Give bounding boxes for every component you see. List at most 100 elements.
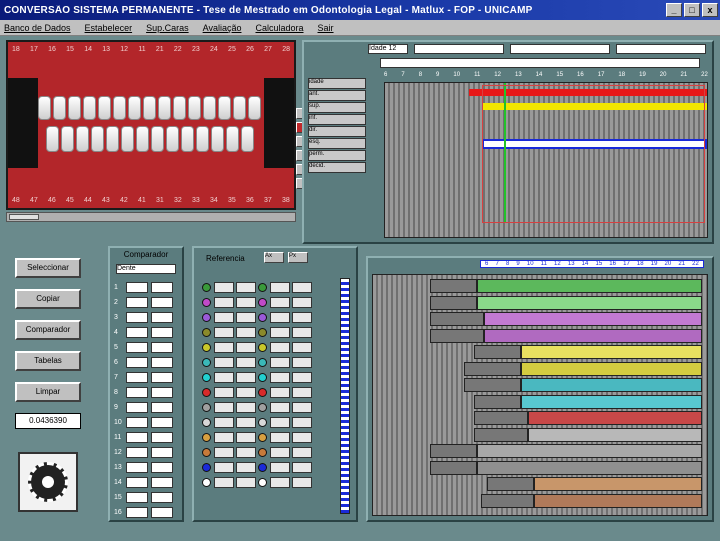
referencia-cell[interactable] bbox=[236, 462, 256, 473]
tooth[interactable] bbox=[203, 96, 216, 120]
tooth-color-icon[interactable] bbox=[258, 298, 267, 307]
referencia-cell[interactable] bbox=[292, 477, 312, 488]
tooth[interactable] bbox=[38, 96, 51, 120]
tooth[interactable] bbox=[233, 96, 246, 120]
referencia-cell[interactable] bbox=[292, 417, 312, 428]
comparador-cell[interactable] bbox=[151, 282, 173, 293]
tooth[interactable] bbox=[53, 96, 66, 120]
tooth[interactable] bbox=[68, 96, 81, 120]
referencia-cell[interactable] bbox=[214, 462, 234, 473]
comparador-cell[interactable] bbox=[151, 402, 173, 413]
comparador-cell[interactable] bbox=[126, 447, 148, 458]
tooth[interactable] bbox=[121, 126, 134, 152]
comparador-cell[interactable] bbox=[151, 432, 173, 443]
referencia-cell[interactable] bbox=[270, 417, 290, 428]
tooth[interactable] bbox=[241, 126, 254, 152]
comparador-cell[interactable] bbox=[126, 417, 148, 428]
comparador-cell[interactable] bbox=[126, 312, 148, 323]
referencia-cell[interactable] bbox=[270, 402, 290, 413]
tooth[interactable] bbox=[91, 126, 104, 152]
comparador-cell[interactable] bbox=[151, 462, 173, 473]
referencia-cell[interactable] bbox=[270, 357, 290, 368]
tooth[interactable] bbox=[188, 96, 201, 120]
limpar-button[interactable]: Limpar bbox=[15, 382, 81, 402]
menu-avaliacao[interactable]: Avaliação bbox=[203, 23, 242, 33]
tooth-color-icon[interactable] bbox=[202, 448, 211, 457]
tooth[interactable] bbox=[158, 96, 171, 120]
comparador-cell[interactable] bbox=[151, 387, 173, 398]
top-input-4[interactable] bbox=[616, 44, 706, 54]
comparador-cell[interactable] bbox=[151, 507, 173, 518]
referencia-cell[interactable] bbox=[292, 312, 312, 323]
tooth-color-icon[interactable] bbox=[258, 358, 267, 367]
comparador-cell[interactable] bbox=[126, 402, 148, 413]
tooth[interactable] bbox=[83, 96, 96, 120]
referencia-cell[interactable] bbox=[236, 372, 256, 383]
tooth-color-icon[interactable] bbox=[258, 283, 267, 292]
referencia-cell[interactable] bbox=[214, 327, 234, 338]
referencia-cell[interactable] bbox=[292, 402, 312, 413]
tooth[interactable] bbox=[173, 96, 186, 120]
referencia-cell[interactable] bbox=[270, 342, 290, 353]
tooth-color-icon[interactable] bbox=[202, 313, 211, 322]
referencia-cell[interactable] bbox=[214, 342, 234, 353]
menu-sair[interactable]: Sair bbox=[318, 23, 334, 33]
referencia-cell[interactable] bbox=[270, 387, 290, 398]
tooth-color-icon[interactable] bbox=[202, 283, 211, 292]
referencia-cell[interactable] bbox=[292, 432, 312, 443]
referencia-cell[interactable] bbox=[292, 282, 312, 293]
referencia-cell[interactable] bbox=[292, 327, 312, 338]
tooth-color-icon[interactable] bbox=[258, 313, 267, 322]
tooth-color-icon[interactable] bbox=[258, 418, 267, 427]
referencia-cell[interactable] bbox=[270, 297, 290, 308]
tooth-color-icon[interactable] bbox=[202, 388, 211, 397]
tooth[interactable] bbox=[106, 126, 119, 152]
tooth-color-icon[interactable] bbox=[258, 403, 267, 412]
referencia-cell[interactable] bbox=[236, 312, 256, 323]
referencia-cell[interactable] bbox=[214, 477, 234, 488]
comparador-cell[interactable] bbox=[151, 477, 173, 488]
referencia-cell[interactable] bbox=[292, 462, 312, 473]
menu-estabelecer[interactable]: Estabelecer bbox=[85, 23, 133, 33]
comparador-cell[interactable] bbox=[126, 357, 148, 368]
tooth[interactable] bbox=[113, 96, 126, 120]
referencia-cell[interactable] bbox=[292, 372, 312, 383]
comparador-cell[interactable] bbox=[126, 477, 148, 488]
top-input-2[interactable] bbox=[414, 44, 504, 54]
seleccionar-button[interactable]: Seleccionar bbox=[15, 258, 81, 278]
referencia-cell[interactable] bbox=[270, 432, 290, 443]
referencia-cell[interactable] bbox=[270, 312, 290, 323]
top-input-wide[interactable] bbox=[380, 58, 700, 68]
scrollbar-thumb[interactable] bbox=[9, 214, 39, 220]
tooth[interactable] bbox=[211, 126, 224, 152]
referencia-cell[interactable] bbox=[236, 402, 256, 413]
tooth[interactable] bbox=[226, 126, 239, 152]
referencia-cell[interactable] bbox=[292, 297, 312, 308]
tooth[interactable] bbox=[136, 126, 149, 152]
tooth-color-icon[interactable] bbox=[258, 373, 267, 382]
tabelas-button[interactable]: Tabelas bbox=[15, 351, 81, 371]
referencia-cell[interactable] bbox=[214, 417, 234, 428]
referencia-cell[interactable] bbox=[214, 447, 234, 458]
comparador-button[interactable]: Comparador bbox=[15, 320, 81, 340]
comparador-cell[interactable] bbox=[151, 297, 173, 308]
tooth-color-icon[interactable] bbox=[202, 298, 211, 307]
tooth[interactable] bbox=[181, 126, 194, 152]
comparador-cell[interactable] bbox=[126, 432, 148, 443]
tooth-color-icon[interactable] bbox=[258, 463, 267, 472]
comparador-cell[interactable] bbox=[126, 507, 148, 518]
minimize-button[interactable]: _ bbox=[666, 3, 682, 17]
referencia-cell[interactable] bbox=[214, 312, 234, 323]
tooth[interactable] bbox=[46, 126, 59, 152]
referencia-cell[interactable] bbox=[292, 342, 312, 353]
tooth-color-icon[interactable] bbox=[202, 328, 211, 337]
age-field[interactable]: Idade 12 bbox=[368, 44, 408, 54]
photo-scrollbar[interactable] bbox=[6, 212, 296, 222]
comparador-cell[interactable] bbox=[126, 297, 148, 308]
comparador-cell[interactable] bbox=[151, 492, 173, 503]
tooth-color-icon[interactable] bbox=[202, 343, 211, 352]
comparador-cell[interactable] bbox=[126, 372, 148, 383]
referencia-cell[interactable] bbox=[270, 447, 290, 458]
tooth-color-icon[interactable] bbox=[258, 388, 267, 397]
referencia-cell[interactable] bbox=[214, 387, 234, 398]
